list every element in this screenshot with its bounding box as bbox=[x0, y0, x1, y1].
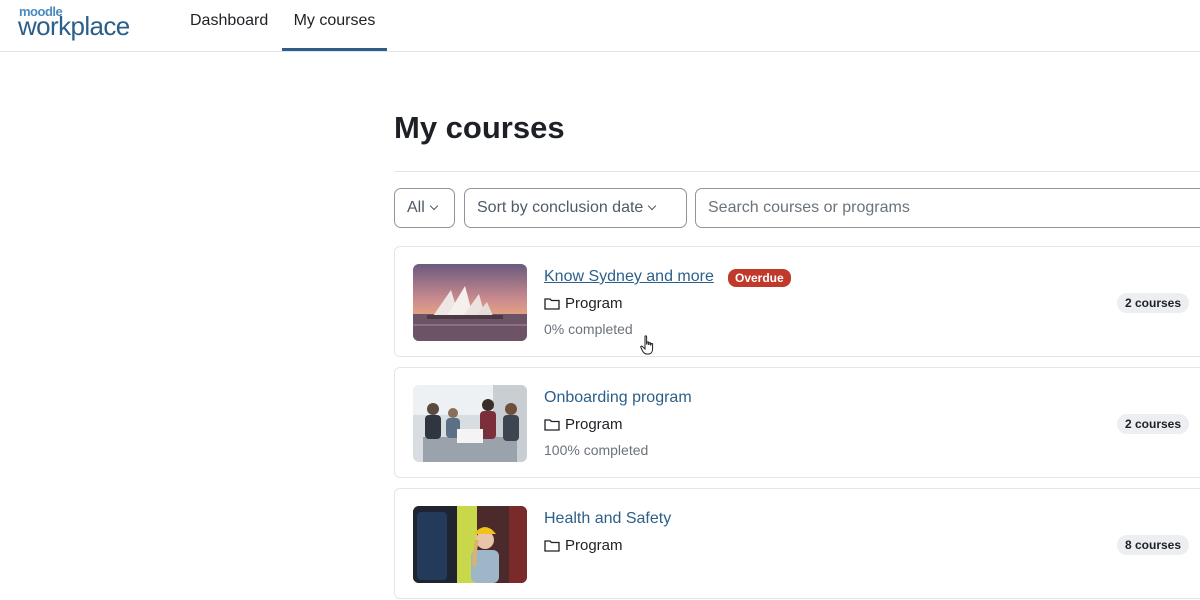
search-input[interactable]: Search courses or programs bbox=[695, 188, 1200, 228]
filter-all-dropdown[interactable]: All bbox=[394, 188, 455, 228]
progress-text: 0% completed bbox=[544, 321, 633, 337]
course-card[interactable]: Health and Safety Program 8 courses bbox=[394, 488, 1200, 599]
course-card[interactable]: Onboarding program Program 100% complete… bbox=[394, 367, 1200, 478]
nav-my-courses[interactable]: My courses bbox=[282, 12, 387, 52]
course-title-link[interactable]: Onboarding program bbox=[544, 389, 692, 407]
course-count-badge: 2 courses bbox=[1117, 414, 1190, 434]
top-navbar: moodle workplace Dashboard My courses bbox=[0, 0, 1200, 52]
course-type-label: Program bbox=[565, 537, 623, 554]
sort-label: Sort by conclusion date bbox=[477, 199, 644, 216]
moodle-workplace-logo[interactable]: moodle workplace bbox=[18, 4, 148, 44]
sort-dropdown[interactable]: Sort by conclusion date bbox=[464, 188, 687, 228]
logo-main-text: workplace bbox=[18, 11, 130, 41]
course-thumbnail-health-safety[interactable] bbox=[413, 506, 527, 583]
folder-icon bbox=[544, 419, 560, 431]
chevron-down-icon bbox=[429, 201, 439, 211]
hand-pointer-icon bbox=[640, 335, 654, 355]
nav-active-indicator bbox=[282, 48, 387, 51]
page-title: My courses bbox=[394, 110, 565, 145]
search-placeholder: Search courses or programs bbox=[708, 199, 910, 216]
course-title-link[interactable]: Know Sydney and more bbox=[544, 268, 714, 286]
course-type: Program bbox=[544, 295, 623, 312]
course-thumbnail-onboarding[interactable] bbox=[413, 385, 527, 462]
overdue-badge: Overdue bbox=[728, 269, 791, 287]
course-type: Program bbox=[544, 537, 623, 554]
course-thumbnail-sydney[interactable] bbox=[413, 264, 527, 341]
folder-icon bbox=[544, 298, 560, 310]
chevron-down-icon bbox=[648, 201, 657, 211]
filter-all-label: All bbox=[407, 199, 425, 216]
course-count-badge: 2 courses bbox=[1117, 293, 1190, 313]
course-type: Program bbox=[544, 416, 623, 433]
course-count-badge: 8 courses bbox=[1117, 535, 1190, 555]
course-type-label: Program bbox=[565, 416, 623, 433]
nav-dashboard[interactable]: Dashboard bbox=[190, 12, 268, 52]
course-card[interactable]: Know Sydney and more Overdue Program 0% … bbox=[394, 246, 1200, 357]
course-title-link[interactable]: Health and Safety bbox=[544, 510, 671, 528]
folder-icon bbox=[544, 540, 560, 552]
course-type-label: Program bbox=[565, 295, 623, 312]
progress-text: 100% completed bbox=[544, 442, 649, 458]
title-divider bbox=[394, 171, 1200, 172]
